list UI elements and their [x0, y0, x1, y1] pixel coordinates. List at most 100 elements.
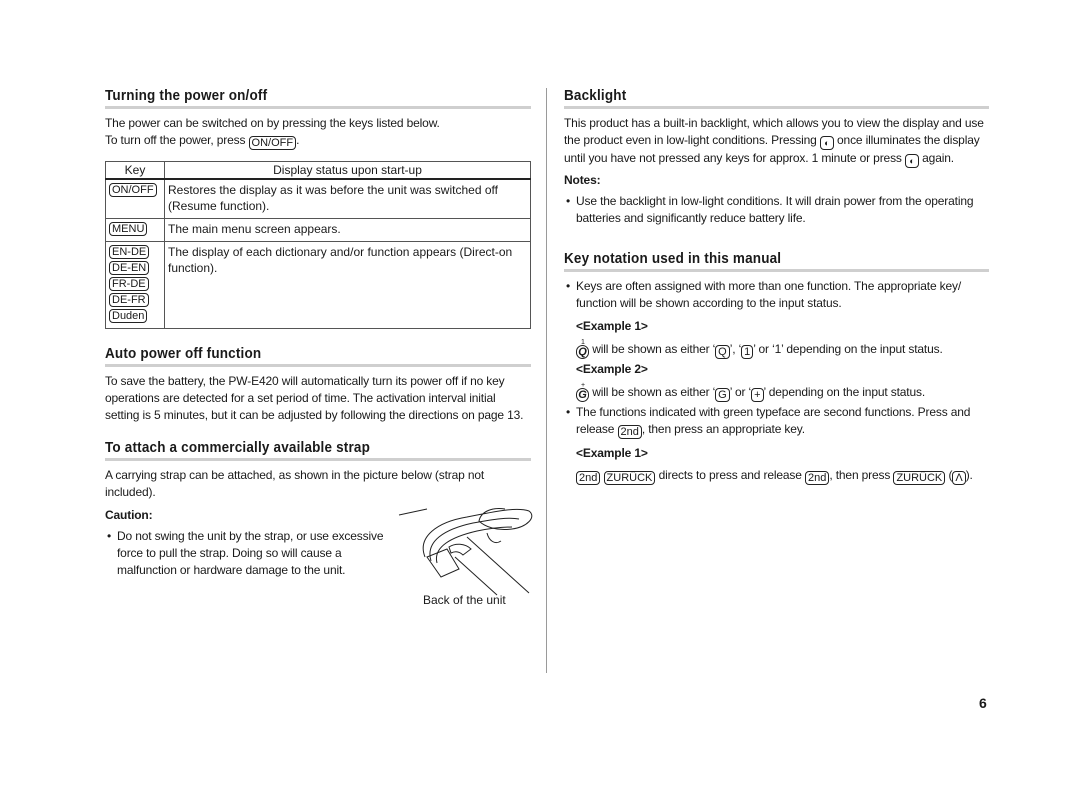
text: , then press [829, 468, 891, 482]
key-fr-de: FR-DE [109, 277, 149, 291]
paragraph: The power can be switched on by pressing… [105, 116, 440, 130]
strap-hole [448, 543, 472, 556]
strap-illustration [398, 508, 533, 596]
example-line: 2nd ZURÜCK directs to press and release … [564, 467, 989, 485]
description-cell: The display of each dictionary and/or fu… [164, 241, 531, 329]
key-plus: + [751, 388, 764, 402]
key-duden: Duden [109, 309, 148, 323]
notation-bullet: Keys are often assigned with more than o… [564, 278, 989, 312]
section-strap: To attach a commercially available strap… [105, 440, 533, 617]
section-title: Key notation used in this manual [564, 251, 782, 267]
strap-loop-inner2 [436, 526, 513, 564]
backlight-key-icon: ◐ [819, 136, 834, 150]
key-secondary-label: + [581, 382, 586, 389]
key-g: + G [576, 382, 589, 402]
text: until you have not pressed any keys for … [564, 151, 902, 165]
strap-figure-area: Caution: Do not swing the unit by the st… [105, 507, 533, 617]
key-zuruck: ZURÜCK [603, 471, 656, 485]
table-row: EN-DE DE-EN FR-DE DE-FR Duden The displa… [105, 241, 531, 329]
section-title: To attach a commercially available strap [105, 440, 371, 456]
key-de-en: DE-EN [109, 261, 150, 275]
backlight-key-icon: ◐ [904, 154, 919, 168]
section-backlight: Backlight This product has a built-in ba… [564, 88, 989, 227]
key-de-fr: DE-FR [109, 293, 149, 307]
table-row: ON/OFF Restores the display as it was be… [105, 178, 531, 219]
section-title: Backlight [564, 88, 627, 104]
column-divider [546, 88, 547, 673]
strap-line [398, 508, 428, 516]
title-rule [105, 106, 531, 109]
key-2nd: 2nd [617, 425, 642, 439]
text: . [296, 133, 300, 147]
text: once illuminates the display [837, 133, 980, 147]
text: ’, ‘ [729, 342, 742, 356]
text: ). [965, 468, 973, 482]
text: will be shown as either ‘ [592, 385, 716, 399]
unit-edge-2 [466, 536, 530, 594]
title-rule [564, 106, 989, 109]
unit-edge-1 [454, 556, 498, 596]
strap-loop-inner [429, 517, 520, 562]
section-auto-power-off: Auto power off function To save the batt… [105, 346, 531, 424]
key-q-plain: Q [715, 345, 730, 359]
text: ’ or ‘1’ depending on the input status. [753, 342, 943, 356]
key-on-off: ON/OFF [109, 183, 157, 197]
left-column: Turning the power on/off The power can b… [105, 88, 533, 617]
strap-clip [426, 548, 460, 578]
text: ’ depending on the input status. [763, 385, 926, 399]
key-g-plain: G [715, 388, 730, 402]
text: ’ or ‘ [729, 385, 752, 399]
key-q: 1Q [576, 339, 589, 359]
caution-bullet: Do not swing the unit by the strap, or u… [105, 528, 395, 579]
table-row: MENU The main menu screen appears. [105, 218, 531, 242]
text: the product even in low-light conditions… [564, 133, 817, 147]
title-rule [105, 458, 531, 461]
paragraph-line: the product even in low-light conditions… [564, 132, 989, 150]
example-line: 1Q will be shown as either ‘Q’, ‘1’ or ‘… [564, 339, 989, 359]
key-1: 1 [741, 345, 754, 359]
key-cell: MENU [105, 218, 165, 242]
title-rule [564, 269, 989, 272]
key-on-off: ON/OFF [248, 136, 297, 150]
note-bullet: Use the backlight in low-light condition… [564, 193, 989, 227]
section-title: Auto power off function [105, 346, 262, 362]
section-key-notation: Key notation used in this manual Keys ar… [564, 251, 989, 485]
key-table: Key Display status upon start-up ON/OFF … [105, 161, 531, 329]
text: , then press an appropriate key. [641, 422, 805, 436]
text: will be shown as either ‘ [592, 342, 716, 356]
table-header-row: Key Display status upon start-up [105, 161, 531, 180]
caution-block: Caution: Do not swing the unit by the st… [105, 507, 395, 579]
example-line: + G will be shown as either ‘G’ or ‘+’ de… [564, 382, 989, 402]
text: again. [922, 151, 954, 165]
key-caret-up: Λ [952, 471, 966, 485]
page-number: 6 [979, 695, 987, 711]
key-label: G [578, 389, 587, 401]
paragraph: A carrying strap can be attached, as sho… [105, 468, 485, 499]
example-label: <Example 1> [576, 319, 648, 333]
paragraph: To save the battery, the PW-E420 will au… [105, 374, 524, 422]
key-2nd: 2nd [576, 471, 601, 485]
right-column: Backlight This product has a built-in ba… [564, 88, 989, 485]
title-rule [105, 364, 531, 367]
paragraph-line: until you have not pressed any keys for … [564, 150, 989, 168]
key-secondary-label: 1 [581, 339, 585, 346]
section-power-on-off: Turning the power on/off The power can b… [105, 88, 531, 329]
key-cell: ON/OFF [105, 178, 165, 219]
key-en-de: EN-DE [109, 245, 150, 259]
caution-label: Caution: [105, 508, 153, 522]
paragraph: To turn off the power, press ON/OFF. [105, 132, 531, 150]
key-cell: EN-DE DE-EN FR-DE DE-FR Duden [105, 241, 165, 329]
key-zuruck: ZURÜCK [893, 471, 946, 485]
key-2nd: 2nd [804, 471, 830, 485]
notation-bullet: The functions indicated with green typef… [564, 404, 989, 439]
section-title: Turning the power on/off [105, 88, 268, 104]
text: directs to press and release [658, 468, 802, 482]
key-menu: MENU [109, 222, 148, 236]
key-label: Q [578, 346, 587, 358]
figure-caption: Back of the unit [423, 593, 506, 607]
example-label: <Example 2> [576, 362, 648, 376]
notes-label: Notes: [564, 173, 601, 187]
column-header-key: Key [105, 161, 165, 180]
text: To turn off the power, press [105, 133, 246, 147]
column-header-display-status: Display status upon start-up [164, 161, 531, 180]
